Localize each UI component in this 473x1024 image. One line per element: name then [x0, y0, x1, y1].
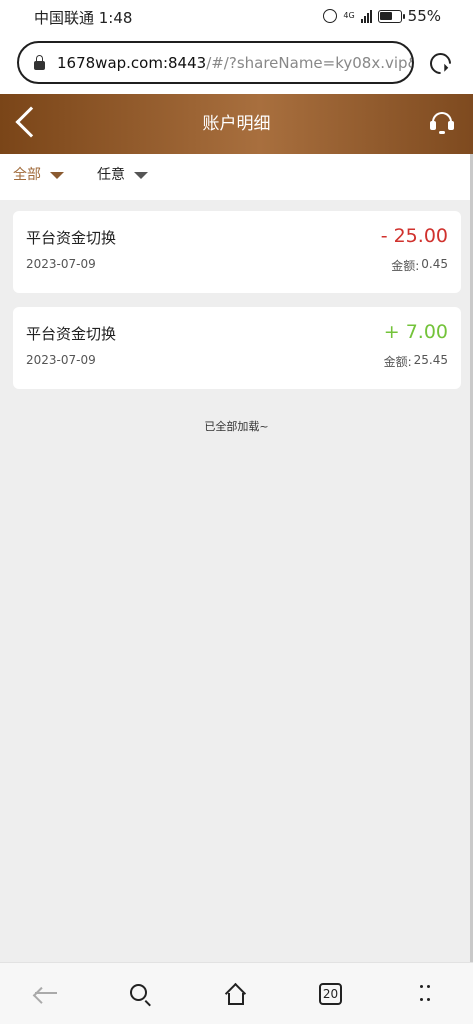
balance-value: 25.45: [413, 353, 448, 367]
status-icons: 4G 55%: [323, 7, 441, 25]
nav-menu-button[interactable]: [394, 963, 454, 1024]
transaction-amount: + 7.00: [383, 321, 448, 343]
balance-label: 金额:: [383, 355, 412, 369]
nav-search-button[interactable]: [110, 963, 170, 1024]
address-bar[interactable]: 1678wap.com:8443/#/?shareName=ky08x.vip&…: [17, 41, 414, 84]
alarm-icon: [323, 9, 338, 23]
search-icon: [130, 984, 147, 1001]
browser-bottom-nav: 20: [0, 962, 473, 1024]
balance-label: 金额:: [391, 259, 420, 273]
app-header: 账户明细: [0, 94, 473, 154]
transaction-date: 2023-07-09: [26, 353, 96, 367]
transaction-title: 平台资金切换: [26, 229, 117, 247]
nav-home-button[interactable]: [206, 963, 266, 1024]
all-loaded-text: 已全部加载~: [204, 420, 269, 433]
home-icon: [224, 982, 247, 1005]
filter-bar: 全部 任意: [0, 154, 473, 200]
transaction-card[interactable]: 平台资金切换 2023-07-09 - 25.00 金额: 0.45: [13, 211, 461, 293]
arrow-left-icon: [35, 992, 57, 994]
filter-type-label: 全部: [13, 167, 41, 183]
tabs-count: 20: [319, 983, 342, 1005]
battery-icon: [377, 9, 405, 23]
carrier-time: 中国联通 1:48: [34, 9, 133, 27]
browser-toolbar: 1678wap.com:8443/#/?shareName=ky08x.vip&…: [0, 34, 473, 94]
status-bar: 中国联通 1:48 4G 55%: [0, 0, 473, 34]
transaction-amount: - 25.00: [380, 225, 448, 247]
transaction-balance: 金额: 25.45: [384, 353, 448, 370]
url-path: /#/?shareName=ky08x.vip&pro: [206, 53, 412, 72]
reload-icon[interactable]: [425, 48, 456, 79]
filter-time-dropdown[interactable]: 任意: [97, 164, 148, 184]
transaction-card[interactable]: 平台资金切换 2023-07-09 + 7.00 金额: 25.45: [13, 307, 461, 389]
page-title: 账户明细: [202, 114, 271, 134]
battery-percent: 55%: [407, 7, 441, 25]
more-dots-icon: [420, 985, 430, 1002]
nav-tabs-button[interactable]: 20: [300, 963, 360, 1024]
dropdown-arrow-icon: [50, 172, 64, 179]
filter-time-label: 任意: [97, 167, 125, 183]
dropdown-arrow-icon: [134, 172, 148, 179]
filter-type-dropdown[interactable]: 全部: [13, 164, 64, 184]
transaction-title: 平台资金切换: [26, 325, 117, 343]
network-type: 4G: [343, 11, 355, 20]
signal-icon: [360, 9, 372, 23]
lock-icon: [34, 54, 45, 70]
customer-service-headset-icon[interactable]: [430, 112, 454, 134]
transaction-date: 2023-07-09: [26, 257, 96, 271]
nav-back-button[interactable]: [17, 963, 77, 1024]
url-host: 1678wap.com:8443: [57, 53, 207, 72]
balance-value: 0.45: [421, 257, 448, 271]
transaction-balance: 金额: 0.45: [391, 257, 448, 274]
